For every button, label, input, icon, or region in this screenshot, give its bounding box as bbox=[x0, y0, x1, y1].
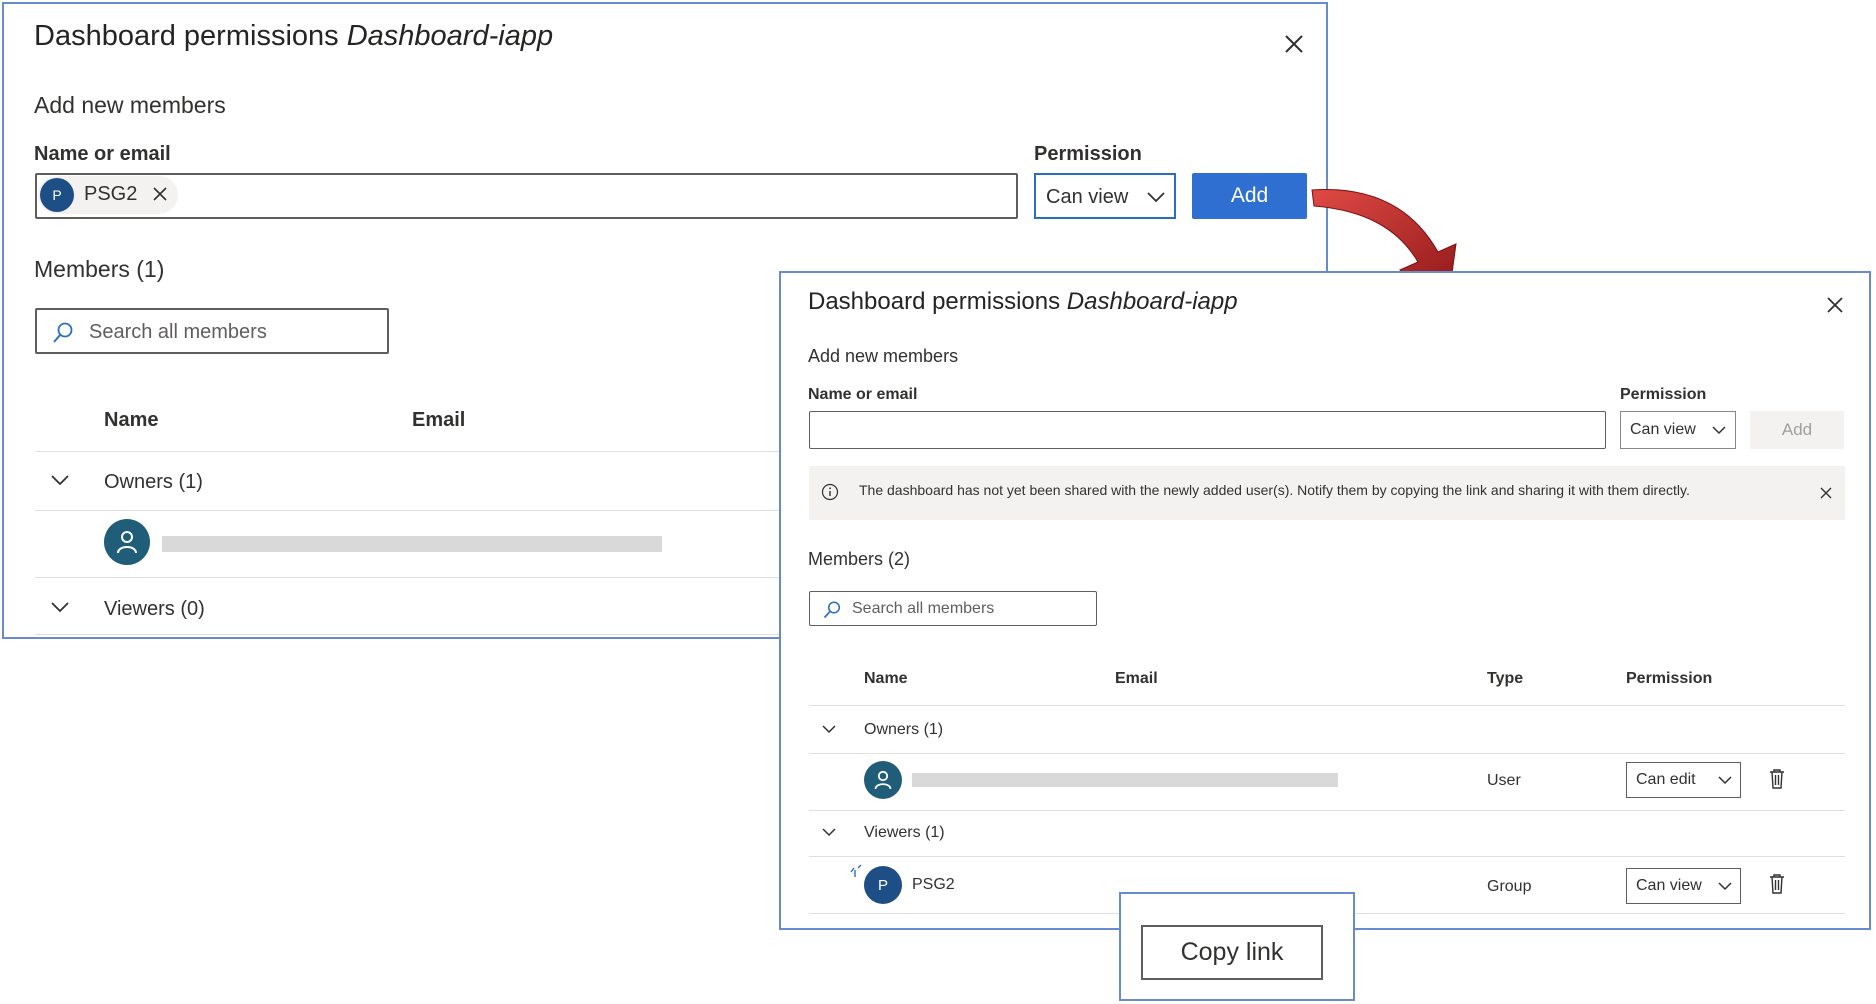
search-members-input[interactable]: Search all members bbox=[809, 591, 1097, 626]
redacted-user-info bbox=[162, 536, 662, 552]
row-name: PSG2 bbox=[912, 876, 955, 893]
chevron-down-icon[interactable] bbox=[50, 600, 70, 614]
name-or-email-label: Name or email bbox=[808, 386, 918, 403]
group-owners[interactable]: Owners (1) bbox=[864, 721, 943, 739]
permission-label: Permission bbox=[1620, 386, 1707, 403]
row-type: Group bbox=[1487, 878, 1532, 895]
divider bbox=[809, 705, 1845, 706]
row-permission-dropdown[interactable]: Can edit bbox=[1626, 762, 1741, 798]
chip-label: PSG2 bbox=[84, 183, 138, 205]
name-or-email-label: Name or email bbox=[34, 143, 171, 165]
search-members-input[interactable]: Search all members bbox=[35, 308, 389, 354]
divider bbox=[809, 753, 1845, 754]
avatar: P bbox=[864, 866, 902, 904]
column-permission: Permission bbox=[1626, 670, 1713, 687]
avatar bbox=[104, 519, 150, 565]
chevron-down-icon[interactable] bbox=[821, 724, 837, 735]
search-icon bbox=[53, 322, 73, 343]
permission-value: Can view bbox=[1630, 421, 1696, 438]
group-viewers[interactable]: Viewers (1) bbox=[864, 824, 945, 842]
trash-icon[interactable] bbox=[1768, 768, 1786, 790]
divider bbox=[809, 856, 1845, 857]
members-heading: Members (2) bbox=[808, 549, 911, 569]
new-member-indicator-icon bbox=[850, 864, 862, 877]
column-email: Email bbox=[412, 409, 466, 431]
info-message-bar: The dashboard has not yet been shared wi… bbox=[809, 466, 1845, 520]
remove-chip-icon[interactable] bbox=[152, 186, 168, 202]
row-permission-value: Can edit bbox=[1636, 771, 1696, 788]
name-or-email-input[interactable] bbox=[809, 411, 1606, 449]
divider bbox=[809, 810, 1845, 811]
close-icon[interactable] bbox=[1281, 31, 1307, 57]
name-or-email-input[interactable] bbox=[35, 173, 1018, 219]
info-icon bbox=[821, 483, 839, 501]
chevron-down-icon[interactable] bbox=[821, 827, 837, 838]
search-placeholder: Search all members bbox=[89, 321, 267, 343]
column-name: Name bbox=[864, 670, 908, 687]
dashboard-permissions-dialog-after: Dashboard permissions Dashboard-iapp Add… bbox=[779, 271, 1871, 930]
member-chip: P PSG2 bbox=[38, 176, 178, 214]
chevron-down-icon bbox=[1718, 882, 1732, 891]
group-owners[interactable]: Owners (1) bbox=[104, 471, 203, 494]
trash-icon[interactable] bbox=[1768, 873, 1786, 895]
close-icon[interactable] bbox=[1825, 295, 1845, 315]
add-new-members-heading: Add new members bbox=[34, 92, 226, 118]
permission-label: Permission bbox=[1034, 143, 1142, 165]
chevron-down-icon[interactable] bbox=[50, 473, 70, 487]
members-heading: Members (1) bbox=[34, 256, 165, 282]
avatar bbox=[864, 761, 902, 799]
dialog-title: Dashboard permissions Dashboard-iapp bbox=[34, 20, 554, 52]
column-type: Type bbox=[1487, 670, 1524, 687]
permission-value: Can view bbox=[1046, 186, 1129, 208]
info-message: The dashboard has not yet been shared wi… bbox=[859, 482, 1690, 498]
chevron-down-icon bbox=[1712, 426, 1726, 435]
group-viewers[interactable]: Viewers (0) bbox=[104, 598, 205, 621]
permission-dropdown[interactable]: Can view bbox=[1034, 173, 1176, 219]
search-icon bbox=[823, 601, 841, 619]
copy-link-button[interactable]: Copy link bbox=[1141, 925, 1323, 980]
row-permission-value: Can view bbox=[1636, 877, 1702, 894]
copy-link-callout: Copy link bbox=[1119, 892, 1355, 1001]
chevron-down-icon bbox=[1147, 192, 1165, 203]
column-name: Name bbox=[104, 409, 159, 431]
permission-dropdown[interactable]: Can view bbox=[1620, 411, 1736, 449]
column-email: Email bbox=[1115, 670, 1158, 687]
row-type: User bbox=[1487, 772, 1521, 789]
person-icon bbox=[874, 770, 892, 790]
close-icon[interactable] bbox=[1819, 486, 1833, 500]
add-button[interactable]: Add bbox=[1750, 411, 1844, 449]
dialog-title: Dashboard permissions Dashboard-iapp bbox=[808, 288, 1238, 315]
avatar: P bbox=[40, 178, 74, 212]
search-placeholder: Search all members bbox=[852, 600, 995, 617]
person-icon bbox=[117, 531, 137, 554]
add-new-members-heading: Add new members bbox=[808, 346, 959, 366]
add-button[interactable]: Add bbox=[1192, 173, 1307, 219]
row-permission-dropdown[interactable]: Can view bbox=[1626, 868, 1741, 904]
chevron-down-icon bbox=[1718, 776, 1732, 785]
redacted-user-info bbox=[912, 773, 1338, 787]
